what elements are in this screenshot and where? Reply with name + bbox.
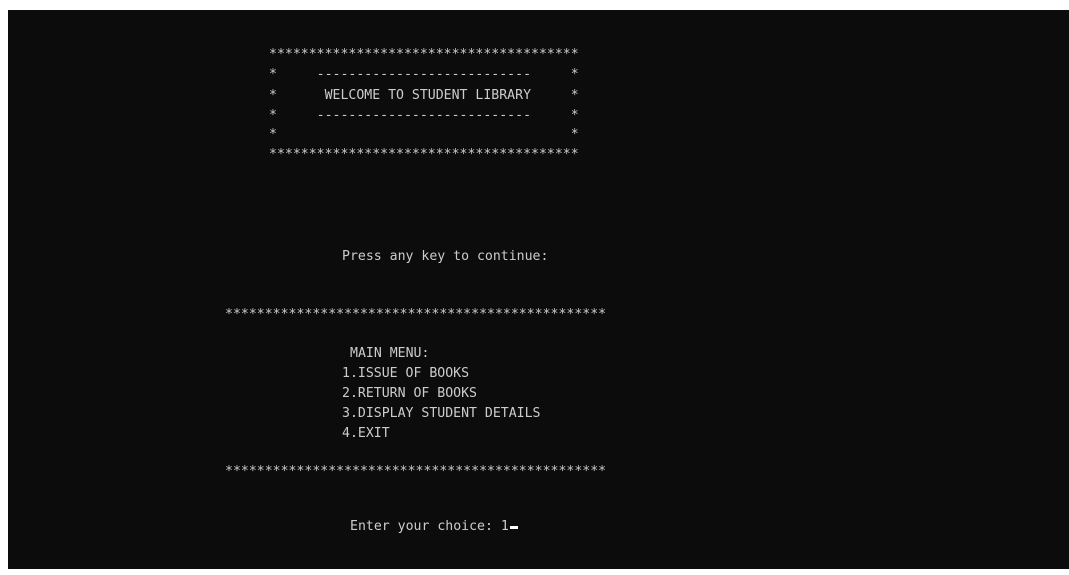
menu-option-issue: 1.ISSUE OF BOOKS [342, 366, 470, 381]
continue-prompt: Press any key to continue: [342, 249, 549, 264]
banner-line-3: * --------------------------- * [269, 108, 579, 123]
banner-line-4: * * [269, 127, 579, 142]
choice-line[interactable]: Enter your choice: 1 [350, 517, 518, 537]
choice-prompt: Enter your choice: [350, 519, 501, 534]
console-window[interactable]: *************************************** … [8, 10, 1069, 569]
menu-option-display: 3.DISPLAY STUDENT DETAILS [342, 406, 541, 421]
menu-option-exit: 4.EXIT [342, 426, 390, 441]
menu-bottom-separator: ****************************************… [225, 464, 607, 479]
choice-input-value[interactable]: 1 [501, 519, 509, 534]
menu-option-return: 2.RETURN OF BOOKS [342, 386, 477, 401]
banner-line-1: * --------------------------- * [269, 67, 579, 82]
banner-bottom-border: *************************************** [269, 147, 579, 162]
menu-title: MAIN MENU: [350, 346, 430, 361]
banner-top-border: *************************************** [269, 47, 579, 62]
text-cursor [509, 526, 518, 529]
banner-welcome-title: * WELCOME TO STUDENT LIBRARY * [269, 88, 579, 103]
menu-top-separator: ****************************************… [225, 307, 607, 322]
